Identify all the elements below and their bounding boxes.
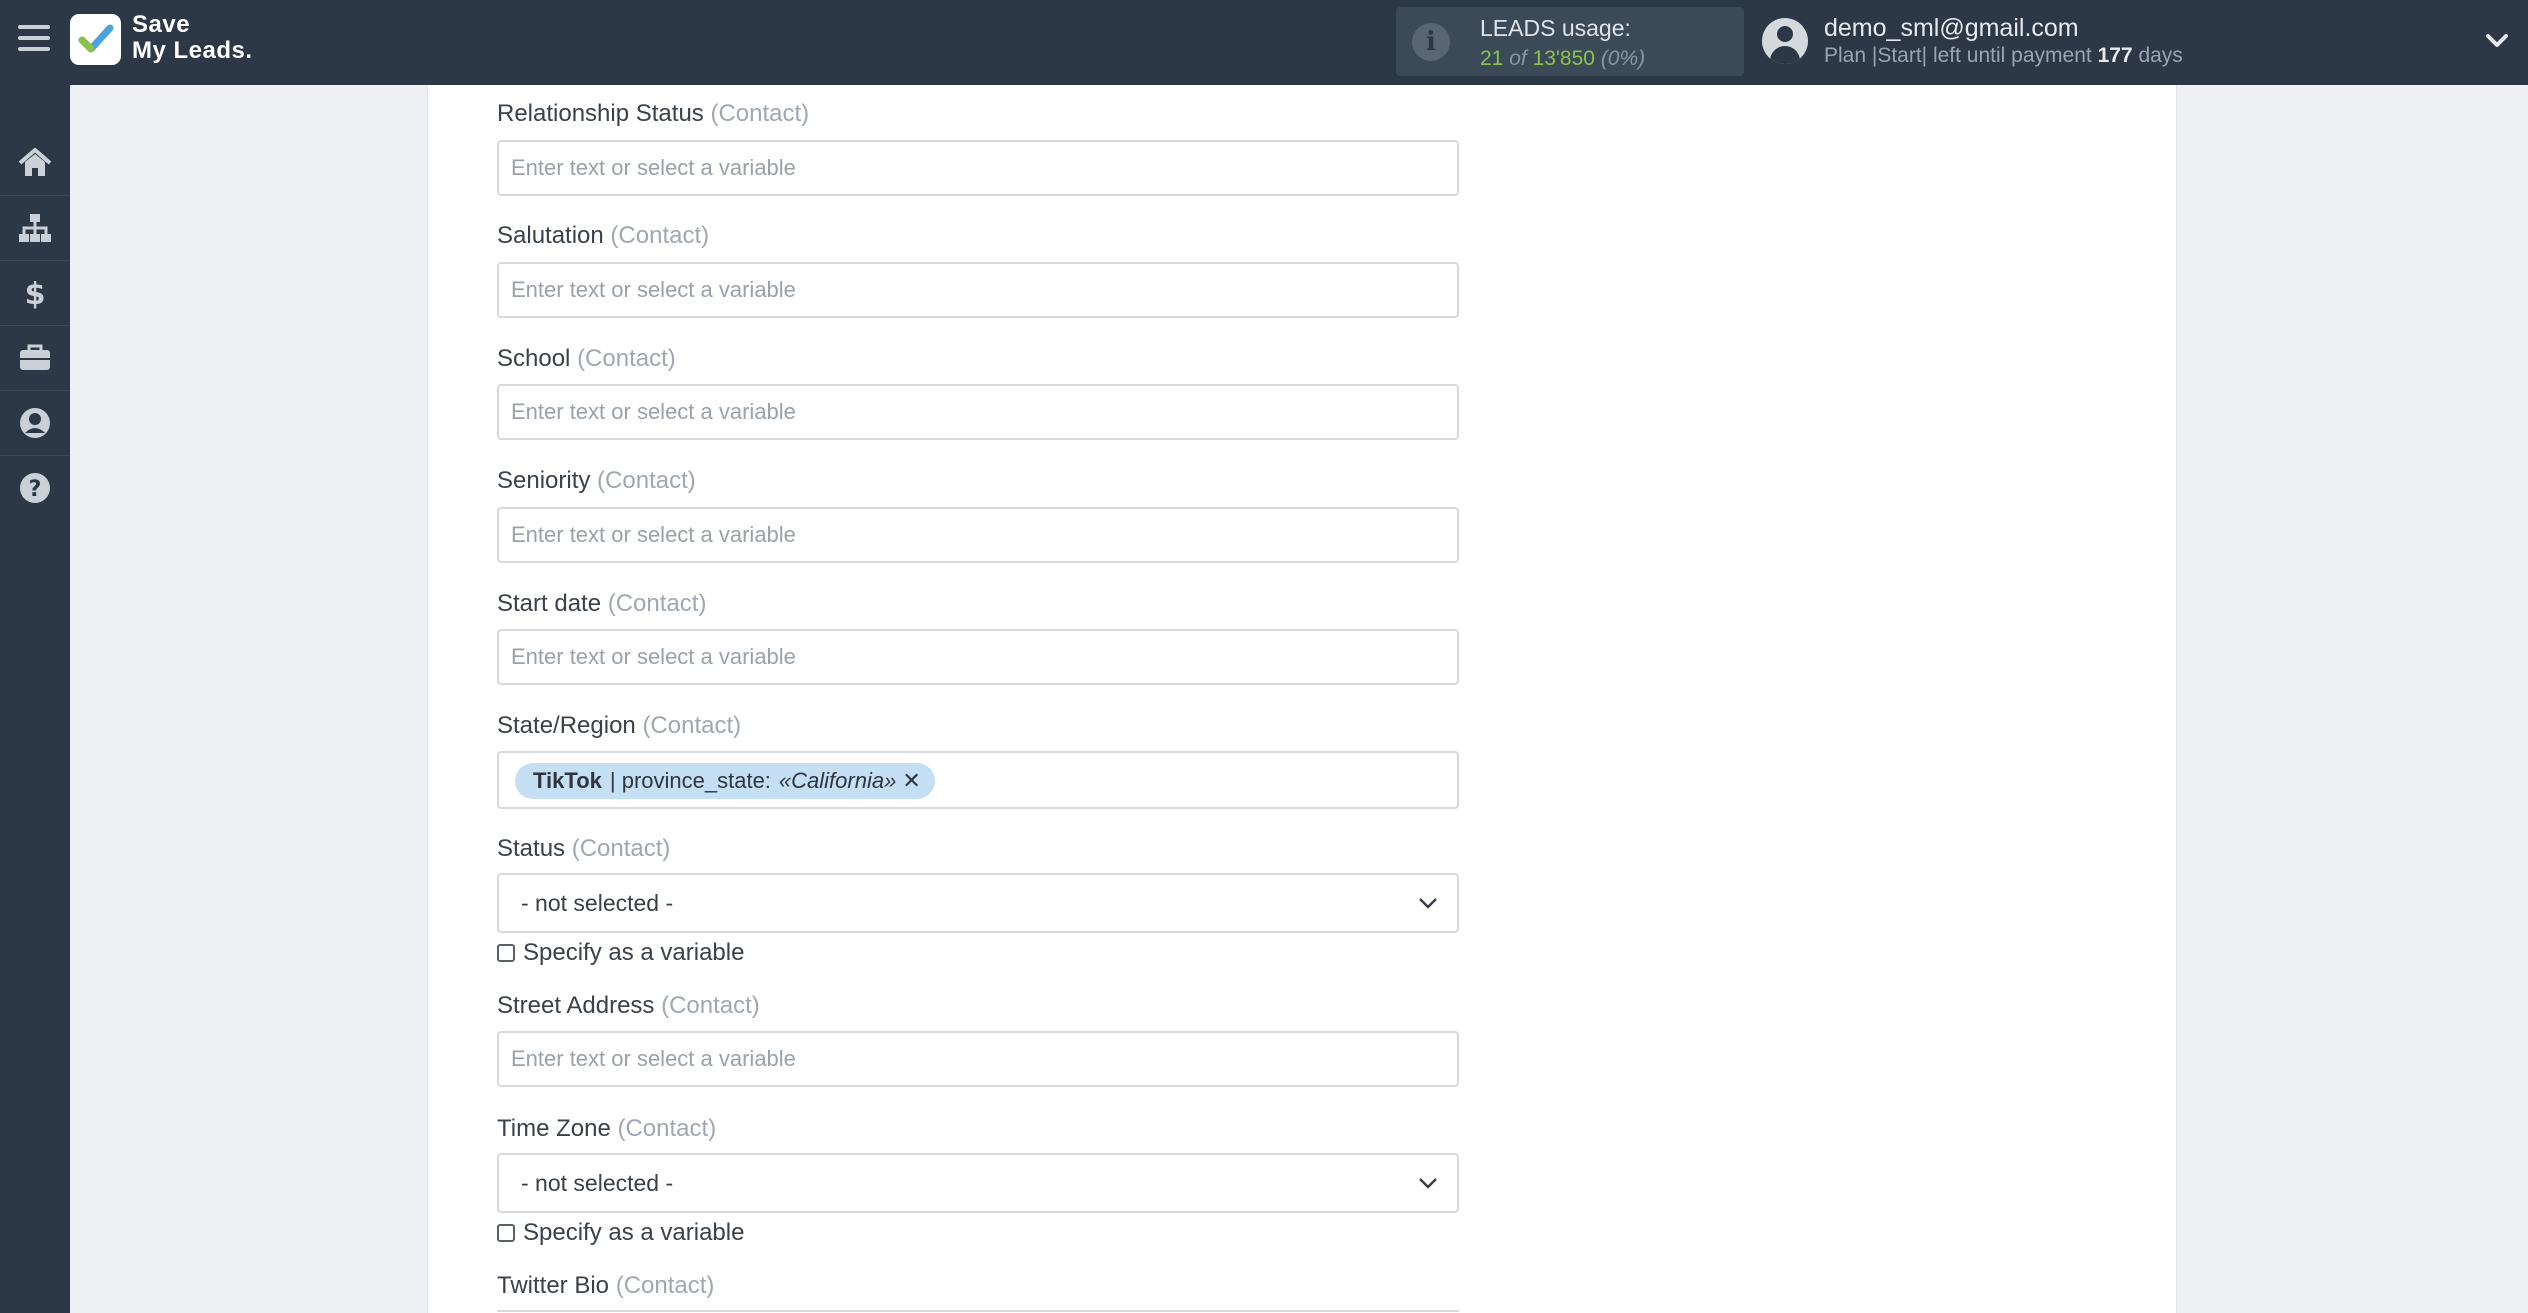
label-status: Status (Contact) [497,835,670,863]
usage-title: LEADS usage: [1480,15,1631,41]
field-name: Twitter Bio [497,1272,610,1299]
label-street-address: Street Address (Contact) [497,992,760,1020]
checkbox[interactable] [497,1224,515,1242]
status-select[interactable]: - not selected - [497,873,1459,933]
label-seniority: Seniority (Contact) [497,467,696,495]
sidebar-item-tools[interactable] [0,326,70,390]
field-name: Relationship Status [497,100,704,127]
label-start-date: Start date (Contact) [497,590,706,618]
label-school: School (Contact) [497,345,676,373]
field-name: Start date [497,590,602,617]
seniority-input[interactable] [497,507,1459,563]
svg-text:$: $ [25,277,46,310]
field-suffix: (Contact) [571,835,671,862]
sidebar-item-home[interactable] [0,131,70,195]
logo-text[interactable]: Save My Leads. [132,12,253,64]
plan-text: Plan |Start| left until payment [1824,44,2092,67]
plan-days-number: 177 [2097,44,2133,67]
tag-separator: | [609,768,616,793]
field-suffix: (Contact) [610,222,710,249]
logo-icon[interactable] [70,14,121,65]
field-name: Salutation [497,222,604,249]
usage-of: of [1509,47,1527,70]
user-email[interactable]: demo_sml@gmail.com [1824,14,2079,43]
field-suffix: (Contact) [607,590,707,617]
label-state-region: State/Region (Contact) [497,712,741,740]
svg-text:?: ? [29,477,42,502]
logo-line-1: Save [132,11,191,38]
tag-value: «California» [778,768,897,793]
checkbox[interactable] [497,944,515,962]
start-date-input[interactable] [497,629,1459,685]
sidebar: $ ? [0,85,70,1313]
variable-tag[interactable]: TikTok | province_state: «California» ✕ [515,763,935,799]
field-name: School [497,345,571,372]
tag-source: TikTok [533,768,602,793]
chevron-down-icon [1419,898,1437,909]
question-circle-icon: ? [20,473,50,503]
field-suffix: (Contact) [597,467,696,494]
menu-icon[interactable] [18,25,50,55]
status-select-value: - not selected - [521,890,674,916]
relationship-status-input[interactable] [497,140,1459,196]
field-suffix: (Contact) [577,345,676,372]
street-address-input[interactable] [497,1031,1459,1087]
field-suffix: (Contact) [617,1115,717,1142]
state-region-input[interactable]: TikTok | province_state: «California» ✕ [497,751,1459,809]
logo-line-2: My Leads. [132,37,253,64]
briefcase-icon [20,344,50,370]
chevron-down-icon[interactable] [2484,28,2510,54]
label-twitter-bio: Twitter Bio (Contact) [497,1272,714,1300]
checkbox-label: Specify as a variable [523,939,745,966]
label-relationship-status: Relationship Status (Contact) [497,100,809,128]
leads-usage-panel: i LEADS usage: 21 of 13'850 (0%) [1396,7,1744,76]
time-zone-specify-variable[interactable]: Specify as a variable [497,1218,744,1248]
user-circle-icon [20,408,50,438]
info-icon: i [1412,23,1450,61]
field-name: State/Region [497,712,636,739]
sidebar-item-help[interactable]: ? [0,456,70,520]
field-name: Street Address [497,992,655,1019]
status-specify-variable[interactable]: Specify as a variable [497,938,744,968]
chevron-down-icon [1419,1178,1437,1189]
field-suffix: (Contact) [710,100,810,127]
usage-used: 21 [1480,47,1504,70]
field-name: Seniority [497,467,591,494]
sidebar-item-account[interactable] [0,391,70,455]
label-salutation: Salutation (Contact) [497,222,709,250]
dollar-icon: $ [25,277,46,310]
field-name: Status [497,835,566,862]
usage-total: 13'850 [1532,47,1595,70]
user-plan: Plan |Start| left until payment 177 days [1824,44,2183,68]
salutation-input[interactable] [497,262,1459,318]
home-icon [18,148,52,176]
avatar-icon[interactable] [1762,18,1808,64]
label-time-zone: Time Zone (Contact) [497,1115,716,1143]
plan-days-suffix: days [2138,44,2183,67]
top-bar: Save My Leads. i LEADS usage: 21 of 13'8… [0,0,2528,85]
time-zone-select[interactable]: - not selected - [497,1153,1459,1213]
field-name: Time Zone [497,1115,611,1142]
sidebar-item-billing[interactable]: $ [0,261,70,325]
usage-percent: (0%) [1600,47,1646,70]
field-suffix: (Contact) [615,1272,715,1299]
close-icon[interactable]: ✕ [902,768,920,794]
time-zone-select-value: - not selected - [521,1170,674,1196]
field-suffix: (Contact) [661,992,760,1019]
school-input[interactable] [497,384,1459,440]
usage-counter: 21 of 13'850 (0%) [1480,47,1645,71]
field-suffix: (Contact) [642,712,742,739]
sitemap-icon [19,214,51,242]
tag-field: province_state: [621,768,771,793]
sidebar-item-connections[interactable] [0,196,70,260]
checkbox-label: Specify as a variable [523,1219,745,1246]
